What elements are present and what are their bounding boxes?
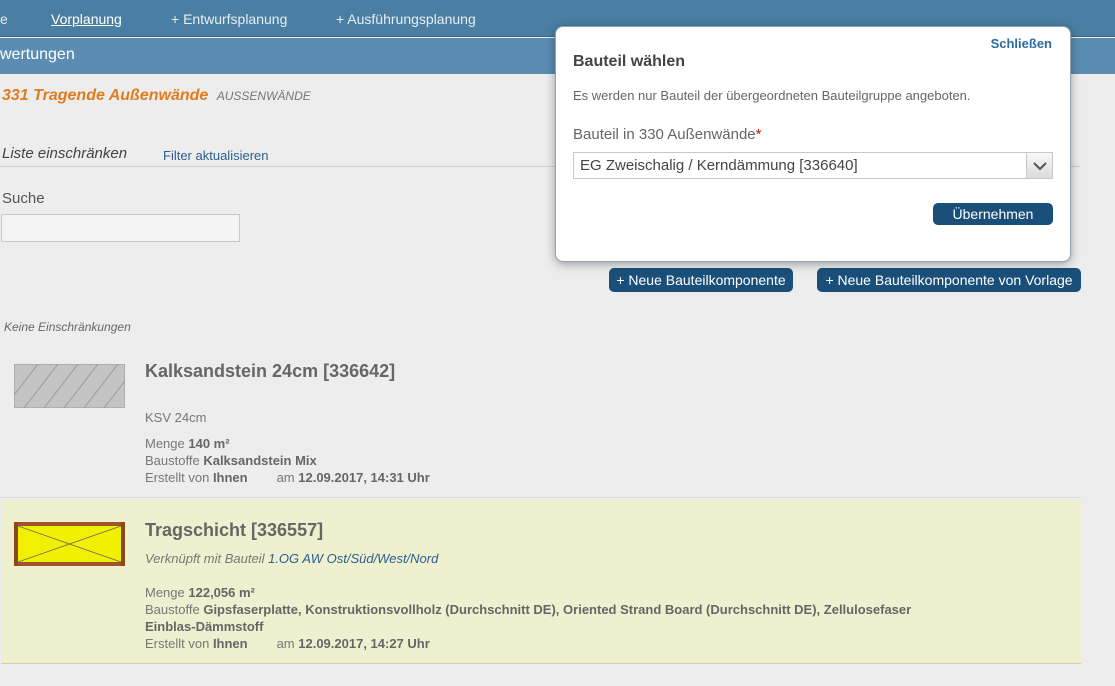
search-label: Suche (2, 190, 45, 207)
hatched-wall-thumbnail (14, 364, 125, 408)
quantity-label: Menge (145, 585, 185, 600)
created-label: Erstellt von (145, 470, 210, 485)
component-select-label: Bauteil in 330 Außenwände* (573, 126, 761, 143)
apply-button[interactable]: Übernehmen (933, 203, 1053, 225)
quantity-value: 140 m² (188, 436, 230, 451)
quantity-label: Menge (145, 436, 185, 451)
component-list-item[interactable]: Tragschicht [336557] Verknüpft mit Baute… (1, 500, 1081, 664)
field-label-text: Bauteil in 330 Außenwände (573, 126, 756, 143)
section-title: wertungen (0, 46, 75, 63)
materials-value: Kalksandstein Mix (203, 453, 317, 468)
new-component-from-template-button[interactable]: + Neue Bauteilkomponente von Vorlage (817, 268, 1081, 292)
update-filter-link[interactable]: Filter aktualisieren (163, 148, 269, 163)
nav-item-ausfuehrungsplanung[interactable]: + Ausführungsplanung (336, 11, 476, 27)
nav-item-cut[interactable]: e (0, 11, 8, 27)
component-name[interactable]: Tragschicht [336557] (145, 520, 323, 541)
materials-label: Baustoffe (145, 602, 200, 617)
nav-item-entwurfsplanung[interactable]: + Entwurfsplanung (171, 11, 287, 27)
link-prefix: Verknüpft mit Bauteil (145, 551, 265, 566)
component-materials-continued: Einblas-Dämmstoff (145, 619, 263, 634)
page-heading: 331 Tragende Außenwände AUSSENWÄNDE (2, 87, 311, 105)
component-select[interactable]: EG Zweischalig / Kerndämmung [336640] (573, 152, 1053, 179)
page-title: 331 Tragende Außenwände (2, 87, 209, 104)
component-created: Erstellt von Ihnen am 12.09.2017, 14:27 … (145, 636, 430, 651)
component-subtitle: KSV 24cm (145, 410, 207, 425)
component-quantity: Menge 122,056 m² (145, 585, 255, 600)
created-by: Ihnen (212, 636, 248, 651)
nav-item-vorplanung[interactable]: Vorplanung (51, 11, 122, 27)
materials-value: Gipsfaserplatte, Konstruktionsvollholz (… (203, 602, 912, 617)
close-dialog-link[interactable]: Schließen (991, 36, 1052, 51)
component-materials: Baustoffe Kalksandstein Mix (145, 453, 317, 468)
new-component-button[interactable]: + Neue Bauteilkomponente (609, 268, 793, 292)
select-component-dialog: Schließen Bauteil wählen Es werden nur B… (555, 26, 1071, 262)
selected-component-value: EG Zweischalig / Kerndämmung [336640] (580, 157, 858, 174)
materials-label: Baustoffe (145, 453, 200, 468)
date-prefix: am (276, 636, 295, 651)
quantity-value: 122,056 m² (188, 585, 255, 600)
required-marker: * (755, 126, 762, 143)
dialog-description: Es werden nur Bauteil der übergeordneten… (573, 88, 971, 103)
linked-component-link[interactable]: 1.OG AW Ost/Süd/West/Nord (268, 551, 438, 566)
created-date: 12.09.2017, 14:31 Uhr (298, 470, 430, 485)
filter-title: Liste einschränken (2, 145, 128, 162)
component-created: Erstellt von Ihnen am 12.09.2017, 14:31 … (145, 470, 430, 485)
component-quantity: Menge 140 m² (145, 436, 230, 451)
search-input[interactable] (1, 214, 240, 242)
component-materials: Baustoffe Gipsfaserplatte, Konstruktions… (145, 602, 911, 617)
materials-value-continued: Einblas-Dämmstoff (145, 619, 264, 634)
component-link-info: Verknüpft mit Bauteil 1.OG AW Ost/Süd/We… (145, 551, 438, 566)
component-name[interactable]: Kalksandstein 24cm [336642] (145, 361, 395, 382)
created-label: Erstellt von (145, 636, 210, 651)
layered-wall-thumbnail (14, 522, 125, 566)
date-prefix: am (276, 470, 295, 485)
dialog-title: Bauteil wählen (573, 53, 686, 70)
page-category-tag: AUSSENWÄNDE (216, 89, 311, 103)
created-by: Ihnen (212, 470, 248, 485)
chevron-down-icon[interactable] (1026, 153, 1052, 178)
created-date: 12.09.2017, 14:27 Uhr (298, 636, 430, 651)
component-list-item[interactable]: Kalksandstein 24cm [336642] KSV 24cm Men… (1, 348, 1081, 498)
filter-status-text: Keine Einschränkungen (4, 320, 131, 334)
